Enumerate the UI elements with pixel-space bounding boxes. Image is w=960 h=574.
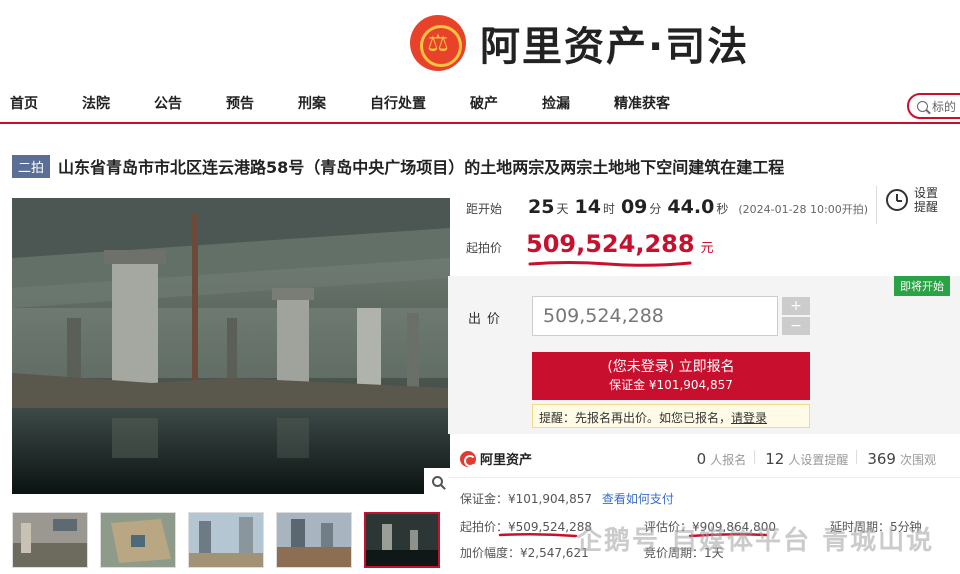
countdown-label: 距开始 bbox=[466, 202, 503, 216]
increase-bid-button[interactable]: + bbox=[782, 297, 810, 315]
zoom-magnifier bbox=[431, 475, 443, 487]
court-emblem-icon bbox=[410, 15, 466, 71]
register-label: (您未登录) 立即报名 bbox=[607, 359, 735, 375]
nav-item-bargains[interactable]: 捡漏 bbox=[542, 93, 570, 113]
thumbnail-5-active[interactable] bbox=[364, 512, 440, 568]
countdown-hours: 14 bbox=[574, 196, 601, 218]
search-input[interactable]: 标的 bbox=[907, 93, 960, 119]
delay-info: 延时周期：5分钟 bbox=[830, 520, 922, 534]
search-icon bbox=[917, 100, 928, 112]
period-info: 竞价周期：1天 bbox=[644, 546, 724, 560]
bid-label: 出价 bbox=[468, 312, 507, 327]
reminder-count-label: 人设置提醒 bbox=[788, 453, 849, 467]
increment-info: 加价幅度：¥2,547,621 bbox=[460, 546, 589, 560]
thumbnail-strip bbox=[12, 512, 452, 568]
nav-item-previews[interactable]: 预告 bbox=[226, 93, 254, 113]
stats: 0 人报名 12 人设置提醒 369 次围观 bbox=[687, 450, 944, 468]
countdown-days: 25 bbox=[528, 196, 555, 218]
red-underline-mark bbox=[688, 532, 768, 538]
nav-item-self-disposal[interactable]: 自行处置 bbox=[370, 93, 426, 113]
login-tip: 提醒：先报名再出价。如您已报名，请登录 bbox=[532, 404, 810, 428]
nav-item-home[interactable]: 首页 bbox=[10, 93, 38, 113]
nav-item-leads[interactable]: 精准获客 bbox=[614, 93, 670, 113]
start-price-label: 起拍价 bbox=[466, 241, 503, 255]
set-reminder-button[interactable]: 设置提醒 bbox=[886, 186, 940, 214]
clock-icon bbox=[886, 189, 908, 211]
countdown-minutes-unit: 分 bbox=[649, 202, 662, 216]
thumbnail-1[interactable] bbox=[12, 512, 88, 568]
red-underline-mark bbox=[528, 261, 692, 267]
countdown-hours-unit: 时 bbox=[602, 202, 615, 216]
register-now-button[interactable]: (您未登录) 立即报名 保证金 ¥101,904,857 bbox=[532, 352, 810, 400]
brand[interactable]: 阿里资产·司法 bbox=[410, 12, 749, 74]
nav-item-announcements[interactable]: 公告 bbox=[154, 93, 182, 113]
start-price-value: 509,524,288 bbox=[526, 230, 695, 258]
countdown-seconds: 44.0 bbox=[667, 196, 715, 218]
countdown: 距开始 25 天 14 时 09 分 44.0 秒 (2024-01-28 10… bbox=[466, 196, 868, 218]
thumbnail-3[interactable] bbox=[188, 512, 264, 568]
deposit-info: 保证金：¥101,904,857 查看如何支付 bbox=[460, 490, 674, 507]
start-price-row: 起拍价 509,524,288 元 bbox=[466, 230, 714, 258]
platform-row: 阿里资产 0 人报名 12 人设置提醒 369 次围观 bbox=[448, 440, 960, 478]
divider bbox=[856, 450, 858, 464]
login-link[interactable]: 请登录 bbox=[731, 411, 767, 425]
start-time: (2024-01-28 10:00开拍) bbox=[738, 203, 869, 216]
nav-item-criminal[interactable]: 刑案 bbox=[298, 93, 326, 113]
round-badge: 二拍 bbox=[12, 154, 51, 178]
countdown-seconds-unit: 秒 bbox=[716, 202, 729, 216]
reminder-count: 12 bbox=[765, 450, 785, 468]
main-nav: 首页 法院 公告 预告 刑案 自行处置 破产 捡漏 精准获客 标的 bbox=[0, 84, 960, 124]
reminder-label: 设置提醒 bbox=[914, 186, 939, 214]
how-to-pay-link[interactable]: 查看如何支付 bbox=[602, 492, 674, 506]
nav-item-bankruptcy[interactable]: 破产 bbox=[470, 93, 498, 113]
thumbnail-2[interactable] bbox=[100, 512, 176, 568]
decrease-bid-button[interactable]: − bbox=[782, 317, 810, 335]
alibaba-logo-icon bbox=[460, 450, 476, 467]
status-badge: 即将开始 bbox=[894, 276, 950, 296]
signup-label: 人报名 bbox=[710, 453, 747, 467]
construction-site-photo bbox=[12, 198, 450, 494]
tip-text: 提醒：先报名再出价。如您已报名， bbox=[539, 411, 732, 425]
deposit-label: 保证金 ¥101,904,857 bbox=[609, 378, 733, 392]
zoom-icon[interactable] bbox=[424, 468, 450, 494]
thumbnail-4[interactable] bbox=[276, 512, 352, 568]
page-title: 山东省青岛市市北区连云港路58号（青岛中央广场项目）的土地两宗及两宗土地地下空间… bbox=[58, 158, 785, 177]
view-count: 369 bbox=[867, 450, 896, 468]
view-count-label: 次围观 bbox=[899, 453, 936, 467]
divider bbox=[754, 450, 756, 464]
nav-item-courts[interactable]: 法院 bbox=[82, 93, 110, 113]
bid-amount-input[interactable]: 509,524,288 bbox=[532, 296, 778, 336]
platform-name: 阿里资产 bbox=[480, 453, 533, 468]
countdown-days-unit: 天 bbox=[556, 202, 569, 216]
brand-name: 阿里资产·司法 bbox=[480, 24, 750, 70]
main-photo[interactable] bbox=[12, 198, 450, 494]
divider bbox=[876, 186, 877, 224]
red-underline-mark bbox=[498, 532, 578, 538]
search-placeholder: 标的 bbox=[932, 99, 957, 114]
deposit-text: 保证金：¥101,904,857 bbox=[460, 492, 592, 506]
signup-count: 0 bbox=[696, 450, 707, 468]
countdown-minutes: 09 bbox=[620, 196, 648, 218]
bid-panel: 即将开始 出价 509,524,288 + − (您未登录) 立即报名 保证金 … bbox=[448, 276, 960, 434]
start-price-unit: 元 bbox=[700, 241, 714, 256]
lot-title-row: 二拍 山东省青岛市市北区连云港路58号（青岛中央广场项目）的土地两宗及两宗土地地… bbox=[12, 154, 784, 178]
